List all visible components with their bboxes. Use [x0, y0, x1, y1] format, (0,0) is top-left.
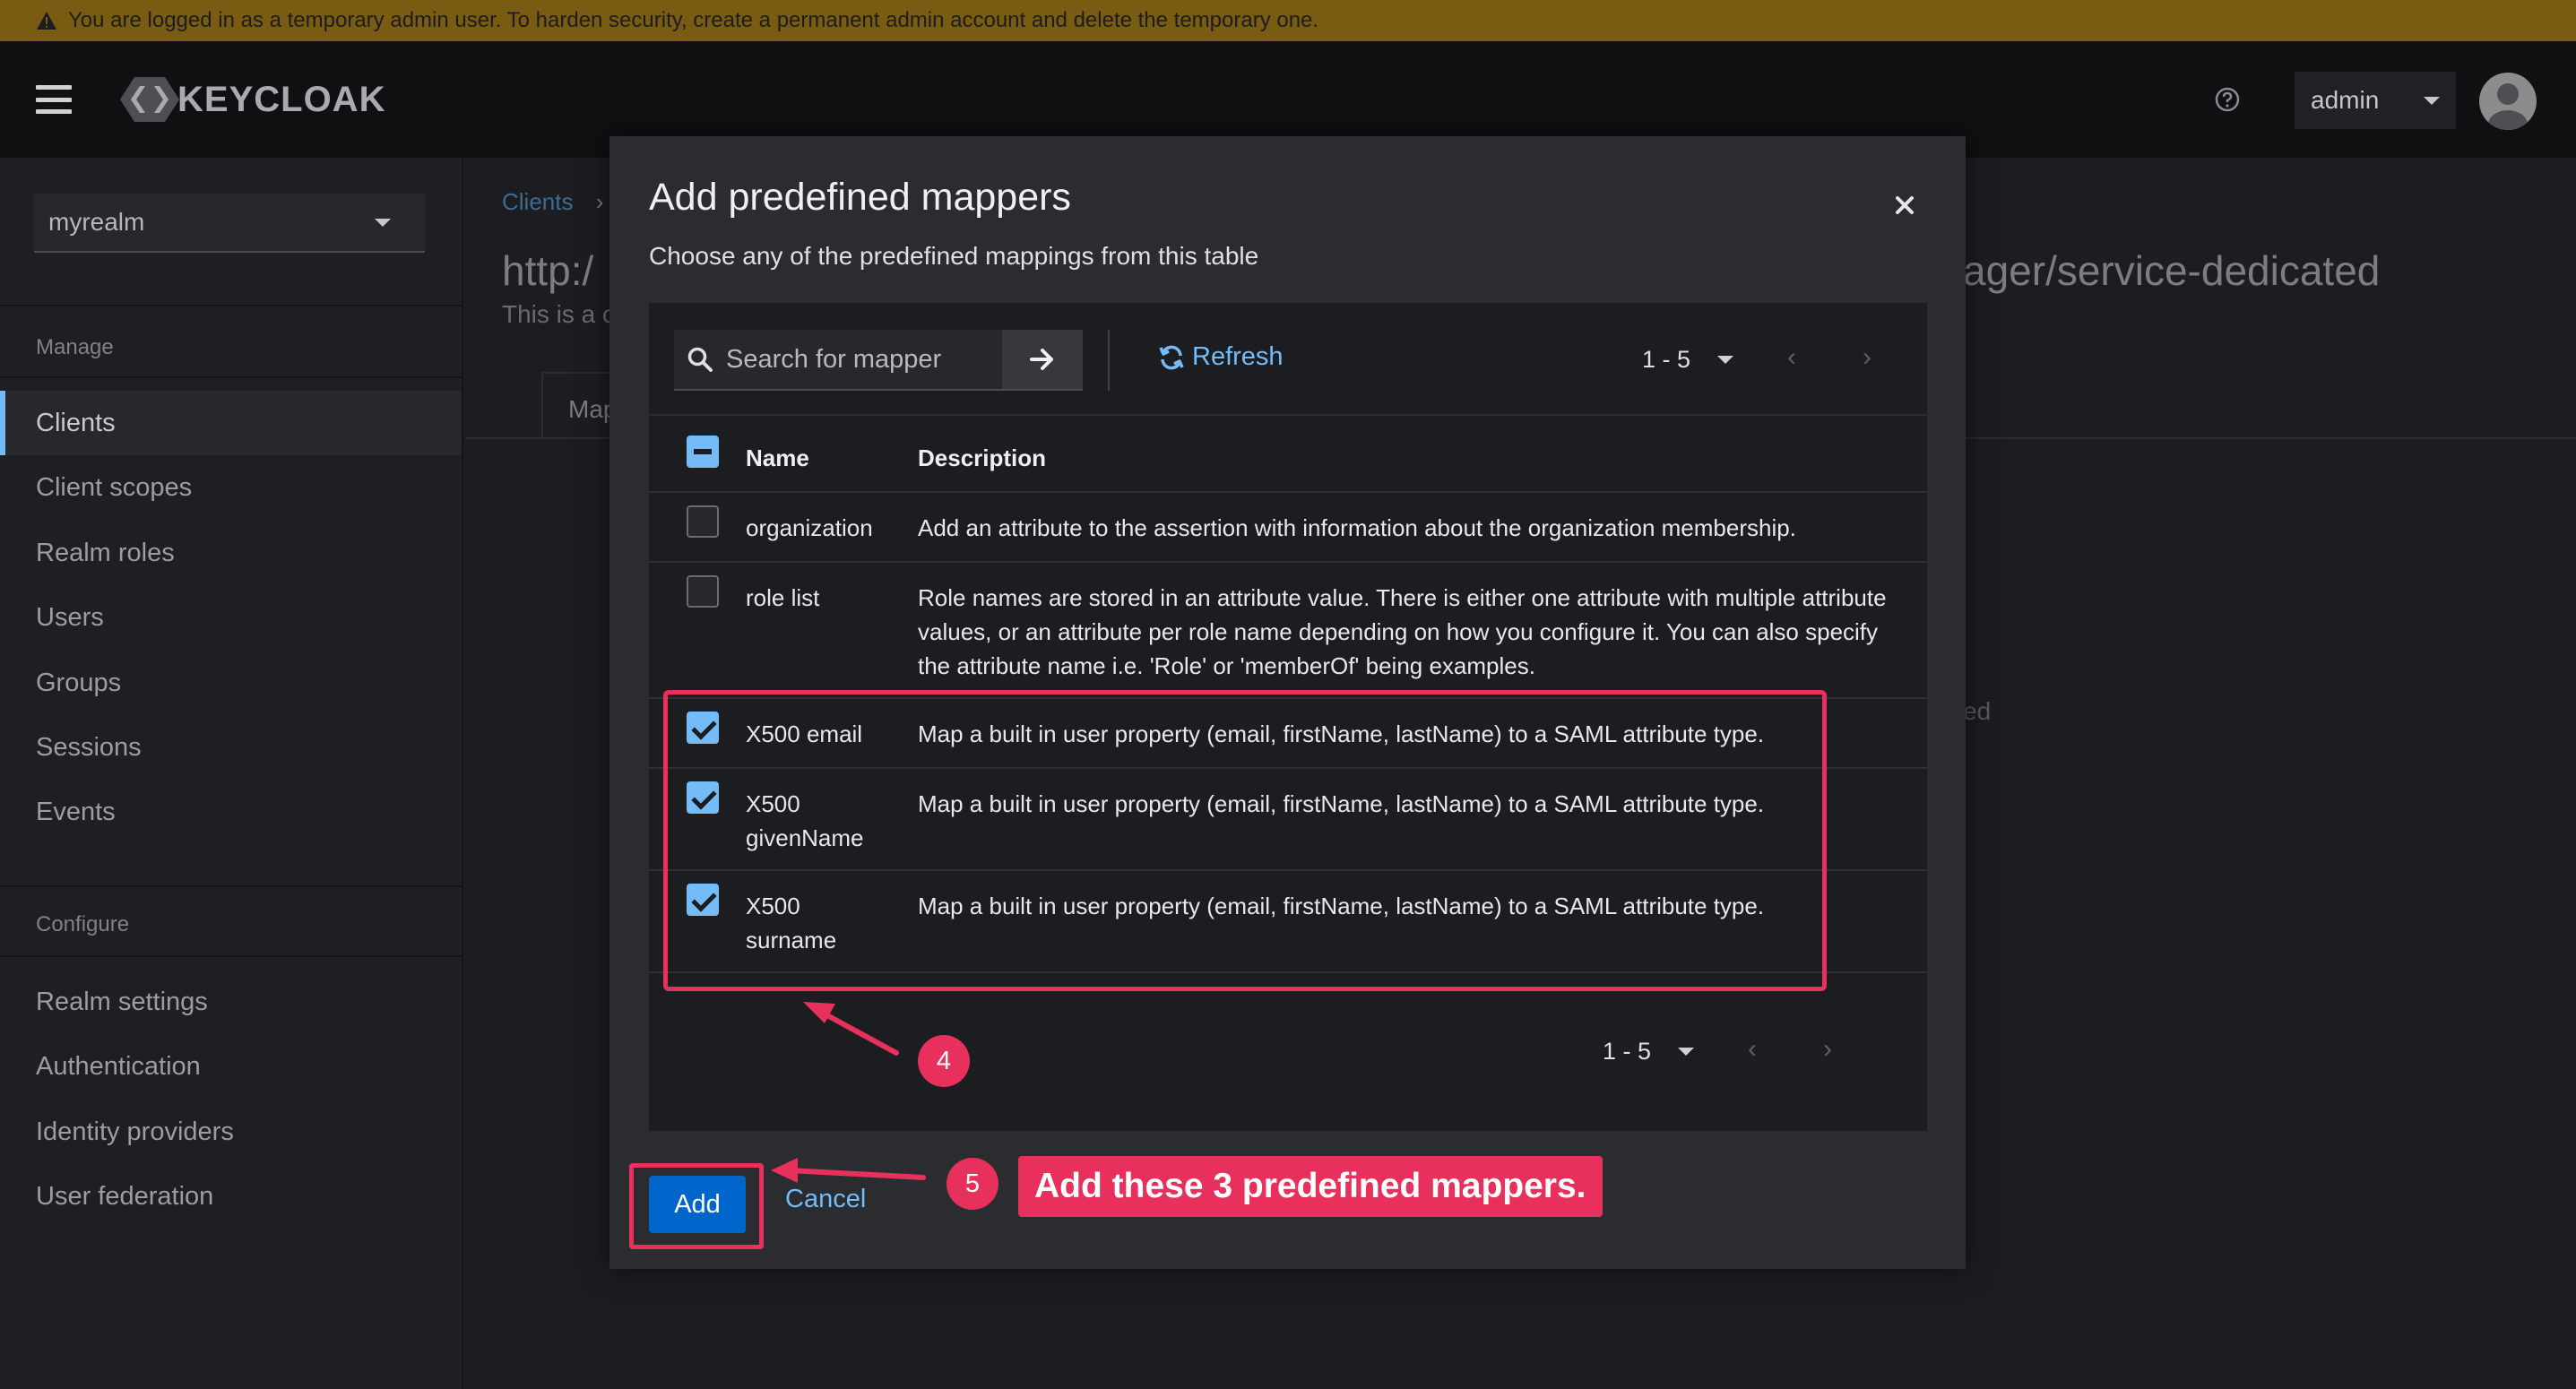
- column-header-name[interactable]: Name: [746, 444, 809, 472]
- sidebar-divider: [0, 305, 463, 306]
- user-name: admin: [2311, 86, 2380, 114]
- modal-title: Add predefined mappers: [649, 176, 1071, 219]
- caret-down-icon: [1717, 356, 1734, 364]
- breadcrumb: Clients ›: [502, 188, 603, 216]
- caret-down-icon: [2424, 96, 2440, 105]
- sidebar-section-manage: Manage: [36, 335, 114, 359]
- keycloak-logo-icon: [120, 77, 179, 122]
- mapper-name: organization: [746, 514, 873, 541]
- sidebar-divider: [0, 885, 463, 887]
- refresh-button[interactable]: Refresh: [1158, 342, 1284, 372]
- breadcrumb-clients[interactable]: Clients: [502, 188, 573, 215]
- sidebar-item-user-federation[interactable]: User federation: [0, 1164, 462, 1229]
- mapper-description: Add an attribute to the assertion with i…: [918, 514, 1796, 541]
- callout-label: Add these 3 predefined mappers.: [1018, 1156, 1603, 1217]
- breadcrumb-separator-icon: ›: [595, 188, 604, 215]
- row-checkbox-role-list[interactable]: [687, 575, 719, 608]
- hamburger-menu-icon[interactable]: [36, 85, 72, 114]
- avatar[interactable]: [2479, 73, 2537, 130]
- search-submit-button[interactable]: [1002, 330, 1083, 391]
- caret-down-icon: [1678, 1048, 1695, 1056]
- warning-icon: [36, 11, 57, 30]
- caret-down-icon: [375, 218, 391, 227]
- sidebar-item-clients[interactable]: Clients: [0, 391, 462, 455]
- chevron-right-icon[interactable]: ›: [1863, 342, 1871, 373]
- realm-name: myrealm: [48, 208, 145, 236]
- sidebar: myrealm Manage Clients Client scopes Rea…: [0, 158, 463, 1389]
- mapper-name: role list: [746, 584, 820, 611]
- sidebar-item-users[interactable]: Users: [0, 585, 462, 650]
- toolbar-separator: [1108, 330, 1110, 391]
- chevron-left-icon[interactable]: ‹: [1748, 1034, 1757, 1065]
- sidebar-divider: [0, 955, 463, 957]
- close-icon[interactable]: [1891, 192, 1918, 219]
- background-text-fragment: ed: [1963, 697, 1992, 725]
- chevron-right-icon[interactable]: ›: [1823, 1034, 1832, 1065]
- user-dropdown[interactable]: admin: [2295, 72, 2456, 129]
- step-5-badge: 5: [947, 1158, 998, 1210]
- search-box: [674, 330, 1002, 391]
- pagination-top-label: 1 - 5: [1642, 346, 1691, 373]
- select-all-checkbox[interactable]: [687, 436, 719, 468]
- keycloak-logo[interactable]: KEYCLOAK: [118, 75, 385, 124]
- sidebar-item-authentication[interactable]: Authentication: [0, 1034, 462, 1099]
- table-top-border: [649, 414, 1927, 416]
- modal-description: Choose any of the predefined mappings fr…: [649, 242, 1259, 270]
- pagination-top-toggle[interactable]: 1 - 5: [1642, 346, 1734, 374]
- sidebar-item-identity-providers[interactable]: Identity providers: [0, 1100, 462, 1164]
- row-divider: [649, 491, 1927, 493]
- highlight-selected-rows: [663, 690, 1827, 991]
- sidebar-item-events[interactable]: Events: [0, 780, 462, 844]
- arrow-right-icon: [1030, 349, 1053, 370]
- cancel-button[interactable]: Cancel: [785, 1185, 866, 1214]
- pagination-bottom-toggle[interactable]: 1 - 5: [1603, 1038, 1695, 1065]
- sync-icon: [1158, 344, 1185, 371]
- tab-mappers[interactable]: Map: [541, 372, 617, 439]
- sidebar-item-realm-roles[interactable]: Realm roles: [0, 521, 462, 585]
- sidebar-item-groups[interactable]: Groups: [0, 651, 462, 715]
- column-header-description: Description: [918, 444, 1047, 471]
- sidebar-item-realm-settings[interactable]: Realm settings: [0, 970, 462, 1034]
- banner-text: You are logged in as a temporary admin u…: [68, 8, 1319, 32]
- logo-text: KEYCLOAK: [177, 79, 386, 119]
- sidebar-item-client-scopes[interactable]: Client scopes: [0, 455, 462, 520]
- chevron-left-icon[interactable]: ‹: [1787, 342, 1796, 373]
- refresh-label: Refresh: [1192, 342, 1284, 371]
- search-input[interactable]: [726, 344, 995, 375]
- pagination-bottom-label: 1 - 5: [1603, 1038, 1652, 1065]
- step-4-badge: 4: [918, 1035, 970, 1087]
- question-circle-icon[interactable]: [2214, 86, 2241, 117]
- mapper-description: Role names are stored in an attribute va…: [918, 584, 1887, 679]
- row-checkbox-organization[interactable]: [687, 505, 719, 538]
- row-divider: [649, 561, 1927, 563]
- sidebar-item-sessions[interactable]: Sessions: [0, 715, 462, 780]
- page-title: http:/: [502, 247, 594, 294]
- search-icon: [687, 346, 713, 373]
- sidebar-section-configure: Configure: [36, 912, 130, 936]
- sidebar-divider: [0, 376, 463, 378]
- page-subtitle: This is a c: [502, 300, 616, 328]
- highlight-add-button: [629, 1163, 764, 1249]
- temporary-admin-banner: You are logged in as a temporary admin u…: [0, 0, 2576, 41]
- realm-selector[interactable]: myrealm: [34, 194, 425, 253]
- page-title-right: ager/service-dedicated: [1963, 247, 2381, 294]
